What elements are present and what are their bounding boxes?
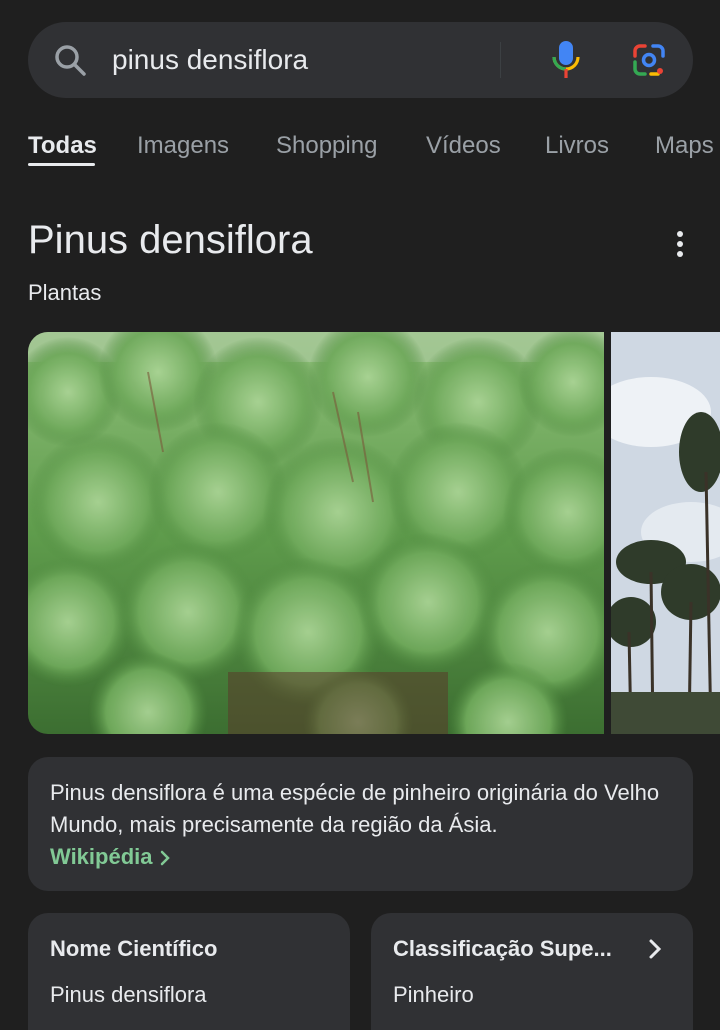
search-divider — [500, 42, 501, 78]
pine-trees-illustration — [611, 332, 720, 734]
description-card: Pinus densiflora é uma espécie de pinhei… — [28, 757, 693, 891]
tab-livros[interactable]: Livros — [545, 126, 609, 166]
active-tab-indicator — [28, 163, 95, 166]
search-input[interactable]: pinus densiflora — [112, 22, 308, 98]
tab-todas[interactable]: Todas — [28, 126, 97, 166]
entity-type: Plantas — [28, 280, 102, 305]
wikipedia-link[interactable]: Wikipédia — [50, 841, 171, 873]
search-tabs: Todas Imagens Shopping Vídeos Livros Map… — [0, 116, 720, 176]
mic-icon[interactable] — [550, 40, 582, 80]
fact-label: Classificação Supe... — [393, 936, 612, 961]
description-text: Pinus densiflora é uma espécie de pinhei… — [50, 780, 660, 837]
lens-icon[interactable] — [631, 42, 667, 78]
tab-shopping[interactable]: Shopping — [276, 126, 377, 166]
fact-value: Pinus densiflora — [50, 982, 207, 1007]
search-bar[interactable]: pinus densiflora — [28, 22, 693, 98]
pine-foliage-illustration — [28, 332, 604, 734]
pine-foliage-image[interactable] — [28, 332, 604, 734]
tab-imagens[interactable]: Imagens — [137, 126, 229, 166]
fact-label: Nome Científico — [50, 936, 218, 961]
page-title: Pinus densiflora — [28, 218, 313, 262]
search-results-page: pinus densiflora Todas Imagens Shopping … — [0, 0, 720, 1030]
tab-maps[interactable]: Maps — [655, 126, 714, 166]
wikipedia-link-label: Wikipédia — [50, 844, 153, 869]
fact-value: Pinheiro — [393, 982, 474, 1007]
more-vert-icon[interactable] — [664, 226, 696, 262]
chevron-right-icon — [160, 850, 170, 866]
pine-trees-image[interactable] — [611, 332, 720, 734]
search-icon[interactable] — [52, 42, 88, 78]
chevron-right-icon — [649, 939, 662, 959]
tab-videos[interactable]: Vídeos — [426, 126, 501, 166]
fact-card-scientific-name[interactable]: Nome Científico Pinus densiflora — [28, 913, 350, 1030]
fact-card-classification[interactable]: Classificação Supe... Pinheiro — [371, 913, 693, 1030]
